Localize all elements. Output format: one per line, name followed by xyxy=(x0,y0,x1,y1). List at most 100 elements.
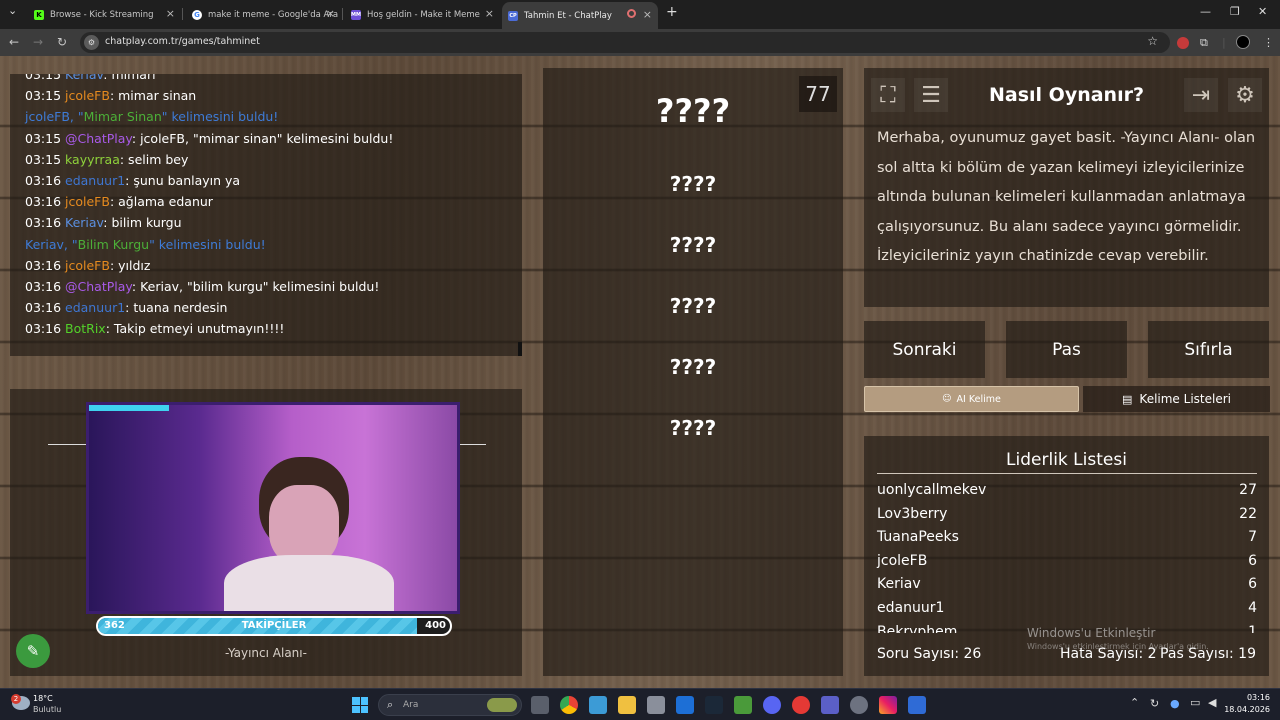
menu-kebab-icon[interactable]: ⋮ xyxy=(1263,36,1274,49)
restore-icon[interactable]: ❐ xyxy=(1230,5,1240,18)
obs-icon[interactable] xyxy=(850,696,868,714)
close-tab-icon[interactable]: × xyxy=(166,7,175,20)
chat-message: 03:15 Keriav: mimari xyxy=(25,74,156,82)
windows-start-icon[interactable] xyxy=(352,697,368,713)
tab-kick[interactable]: K Browse - Kick Streaming × xyxy=(28,4,181,25)
chat-username[interactable]: jcoleFB xyxy=(65,88,110,103)
leaderboard-score: 6 xyxy=(1248,552,1257,569)
new-tab-icon[interactable]: + xyxy=(666,4,678,20)
tab-title: make it meme - Google'da Ara xyxy=(208,9,339,20)
instagram-icon[interactable] xyxy=(879,696,897,714)
leaderboard-row: Lov3berry 22 xyxy=(877,506,1257,522)
tab-make-it-meme[interactable]: MM Hoş geldin - Make it Meme × xyxy=(345,4,500,25)
leaderboard-score: 4 xyxy=(1248,600,1257,616)
minimize-icon[interactable]: — xyxy=(1200,5,1211,18)
chat-username[interactable]: @ChatPlay xyxy=(65,131,132,146)
chat-timestamp: 03:15 xyxy=(25,130,62,146)
volume-icon[interactable]: ◀ xyxy=(1208,696,1216,709)
leaderboard-score: 27 xyxy=(1239,482,1257,498)
youtube-icon[interactable] xyxy=(792,696,810,714)
chat-username[interactable]: edanuur1 xyxy=(65,173,125,188)
site-info-icon[interactable]: ⚙ xyxy=(84,35,99,50)
edit-pen-icon[interactable]: ✎ xyxy=(16,634,50,668)
search-placeholder: Ara xyxy=(403,700,419,710)
leaderboard-score: 1 xyxy=(1248,623,1257,633)
chrome-icon[interactable] xyxy=(560,696,578,714)
next-button[interactable]: Sonraki xyxy=(864,321,985,378)
chat-username[interactable]: Keriav xyxy=(65,74,103,82)
chat-username[interactable]: @ChatPlay xyxy=(65,279,132,294)
chevron-up-icon[interactable]: ⌃ xyxy=(1130,696,1139,709)
network-icon[interactable]: ▭ xyxy=(1190,696,1200,709)
bookmark-star-icon[interactable]: ☆ xyxy=(1147,34,1158,48)
system-text: " kelimesini buldu! xyxy=(149,236,266,252)
file-explorer-icon[interactable] xyxy=(618,696,636,714)
tab-separator xyxy=(182,8,183,20)
chat-username[interactable]: BotRix xyxy=(65,321,106,336)
chat-username[interactable]: kayyrraa xyxy=(65,152,120,167)
ai-word-button[interactable]: ☺ AI Kelime xyxy=(864,386,1079,412)
tab-title: Tahmin Et - ChatPlay xyxy=(524,10,612,21)
app-icon[interactable] xyxy=(908,696,926,714)
extensions-puzzle-icon[interactable]: ⧉ xyxy=(1200,36,1208,50)
forbidden-word: ???? xyxy=(669,416,717,440)
streamer-face xyxy=(269,485,339,565)
notification-badge: 2 xyxy=(11,694,21,704)
chat-scrollbar[interactable] xyxy=(518,342,522,356)
forbidden-word: ???? xyxy=(669,233,717,257)
chat-username[interactable]: Keriav xyxy=(65,215,103,230)
question-count: Soru Sayısı: 26 xyxy=(877,646,982,662)
settings-gear-icon[interactable]: ⚙ xyxy=(1228,78,1262,112)
exit-icon[interactable]: ⇥ xyxy=(1184,78,1218,112)
tab-search-chevron-icon[interactable]: ⌄ xyxy=(8,4,17,17)
chat-text: : mimar sinan xyxy=(109,88,197,104)
discord-icon[interactable] xyxy=(763,696,781,714)
leaderboard-row: uonlycallmekev 27 xyxy=(877,482,1257,498)
leaderboard-score: 6 xyxy=(1248,576,1257,593)
address-bar[interactable]: ⚙ chatplay.com.tr/games/tahminet ☆ xyxy=(80,32,1170,53)
activation-watermark-title: Windows'u Etkinleştir xyxy=(1027,626,1156,640)
reload-icon[interactable]: ↻ xyxy=(57,35,67,49)
url-text[interactable]: chatplay.com.tr/games/tahminet xyxy=(105,36,260,47)
chat-message: 03:16 edanuur1: şunu banlayın ya xyxy=(25,173,240,188)
taskbar-search-box[interactable]: ⌕ Ara xyxy=(378,694,522,716)
close-tab-icon[interactable]: × xyxy=(485,7,494,20)
mail-icon[interactable] xyxy=(676,696,694,714)
minecraft-icon[interactable] xyxy=(734,696,752,714)
monitor-app-icon[interactable] xyxy=(589,696,607,714)
mic-icon[interactable]: ● xyxy=(1170,697,1180,710)
close-tab-icon[interactable]: × xyxy=(643,8,652,21)
chat-message: 03:16 @ChatPlay: Keriav, "bilim kurgu" k… xyxy=(25,279,379,294)
back-icon[interactable]: ← xyxy=(9,35,19,49)
extension-icon[interactable] xyxy=(1177,37,1189,49)
task-view-icon[interactable] xyxy=(531,696,549,714)
pass-button[interactable]: Pas xyxy=(1006,321,1127,378)
sync-icon[interactable]: ↻ xyxy=(1150,697,1159,710)
chat-text: : ağlama edanur xyxy=(109,194,213,210)
teams-icon[interactable] xyxy=(821,696,839,714)
word-lists-button[interactable]: ▤ Kelime Listeleri xyxy=(1083,386,1270,412)
word-list-panel: ???? ???? ???? ???? ???? ???? 77 xyxy=(543,68,843,676)
forward-icon[interactable]: → xyxy=(33,35,43,49)
steam-icon[interactable] xyxy=(705,696,723,714)
found-word: Bilim Kurgu xyxy=(77,236,150,252)
found-word: Mimar Sinan xyxy=(83,109,162,125)
chat-text: : Takip etmeyi unutmayın!!!! xyxy=(105,321,285,337)
chat-username[interactable]: jcoleFB xyxy=(65,258,110,273)
leaderboard-name: edanuur1 xyxy=(877,600,945,616)
leaderboard-list: uonlycallmekev 27 Lov3berry 22 TuanaPeeks 7 jc… xyxy=(864,436,1269,633)
chat-username[interactable]: jcoleFB xyxy=(65,194,110,209)
profile-avatar[interactable] xyxy=(1236,35,1250,49)
webcam-frame xyxy=(86,402,460,614)
reset-button[interactable]: Sıfırla xyxy=(1148,321,1269,378)
rules-text: Merhaba, oyunumuz gayet basit. -Yayıncı … xyxy=(877,130,1256,264)
leaderboard-row: jcoleFB 6 xyxy=(877,553,1257,569)
close-tab-icon[interactable]: × xyxy=(326,7,335,20)
tab-google[interactable]: G make it meme - Google'da Ara × xyxy=(186,4,341,25)
tab-chatplay[interactable]: CP Tahmin Et - ChatPlay × xyxy=(502,2,658,29)
terminal-icon[interactable] xyxy=(647,696,665,714)
close-window-icon[interactable]: ✕ xyxy=(1258,5,1267,18)
chat-username[interactable]: edanuur1 xyxy=(65,300,125,315)
chat-panel: 03:15 Keriav: mimari 03:15 jcoleFB: mimar… xyxy=(10,74,522,356)
chatplay-favicon-icon: CP xyxy=(508,10,518,21)
